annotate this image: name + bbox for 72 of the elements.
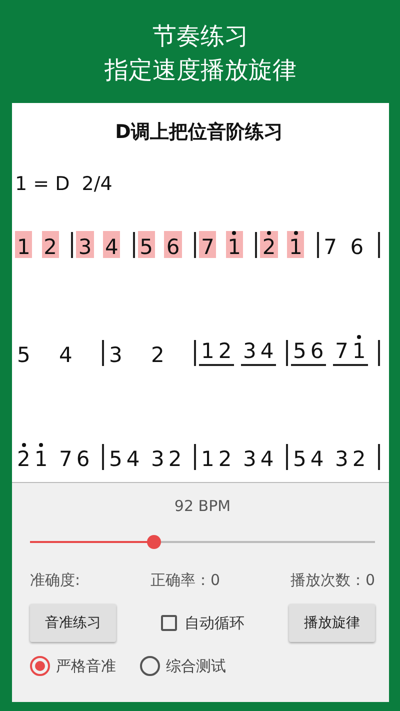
- beam-line: [333, 364, 368, 366]
- note: 6: [309, 338, 325, 362]
- bar-line: [255, 232, 258, 258]
- bar-line: [102, 340, 104, 366]
- note: 5: [108, 446, 124, 470]
- play-button[interactable]: 播放旋律: [289, 604, 375, 642]
- note: 4: [259, 338, 275, 362]
- bar-line: [378, 340, 380, 366]
- bar-line: [194, 444, 196, 470]
- note: 5: [292, 338, 308, 362]
- mode-radio[interactable]: 严格音准: [30, 656, 116, 676]
- bar-line: [286, 444, 288, 470]
- note: 1: [32, 443, 50, 470]
- note: 3: [334, 446, 350, 470]
- tempo-reading: 92 BPM: [173, 497, 232, 515]
- note: 1: [200, 338, 216, 362]
- note: 1: [286, 231, 304, 258]
- note: 1: [15, 231, 32, 258]
- bar-line: [378, 444, 380, 470]
- note: 4: [309, 446, 325, 470]
- note: 3: [242, 338, 258, 362]
- note: 2: [42, 231, 60, 258]
- note: 6: [164, 231, 182, 258]
- note: 2: [351, 446, 367, 470]
- bar-line: [194, 232, 196, 258]
- practice-button[interactable]: 音准练习: [30, 604, 116, 642]
- mode-radio[interactable]: 综合测试: [140, 656, 226, 676]
- auto-loop-checkbox[interactable]: 自动循环: [160, 614, 244, 632]
- key-signature: 1 = D 2/4: [15, 173, 114, 195]
- beam-line: [291, 364, 326, 366]
- bar-line: [194, 340, 196, 366]
- note: 3: [242, 446, 258, 470]
- note: 2: [217, 338, 233, 362]
- note: 2: [217, 446, 233, 470]
- note: 6: [75, 446, 91, 470]
- bar-line: [316, 232, 319, 258]
- bar-line: [71, 232, 74, 258]
- bar-line: [102, 444, 104, 470]
- note: 5: [16, 342, 32, 366]
- note: 2: [167, 446, 183, 470]
- beam-line: [241, 364, 276, 366]
- note: 4: [102, 231, 120, 258]
- stat-label: 播放次数：0: [290, 571, 375, 590]
- note: 2: [150, 342, 166, 366]
- note: 1: [200, 446, 216, 470]
- tempo-slider[interactable]: [30, 533, 375, 551]
- bar-line: [286, 340, 288, 366]
- stat-label: 准确度:: [30, 571, 80, 590]
- note: 1: [350, 335, 368, 362]
- stat-label: 正确率：0: [150, 571, 220, 590]
- note: 3: [150, 446, 166, 470]
- bar-line: [132, 232, 135, 258]
- note: 7: [322, 234, 338, 258]
- bar-line: [378, 232, 380, 258]
- note: 3: [76, 231, 94, 258]
- note: 4: [259, 446, 275, 470]
- note: 3: [108, 342, 124, 366]
- note: 5: [138, 231, 156, 258]
- note: 7: [58, 446, 74, 470]
- screen-title: 节奏练习: [152, 20, 248, 50]
- note: 2: [15, 443, 32, 470]
- note: 2: [260, 231, 278, 258]
- score-title: D调上把位音阶练习: [114, 120, 284, 145]
- note: 4: [125, 446, 141, 470]
- note: 6: [349, 234, 365, 258]
- screen-subtitle: 指定速度播放旋律: [104, 54, 296, 84]
- note: 4: [58, 342, 74, 366]
- beam-line: [199, 364, 234, 366]
- note: 7: [334, 338, 350, 362]
- note: 1: [226, 231, 244, 258]
- note: 5: [292, 446, 308, 470]
- note: 7: [198, 231, 216, 258]
